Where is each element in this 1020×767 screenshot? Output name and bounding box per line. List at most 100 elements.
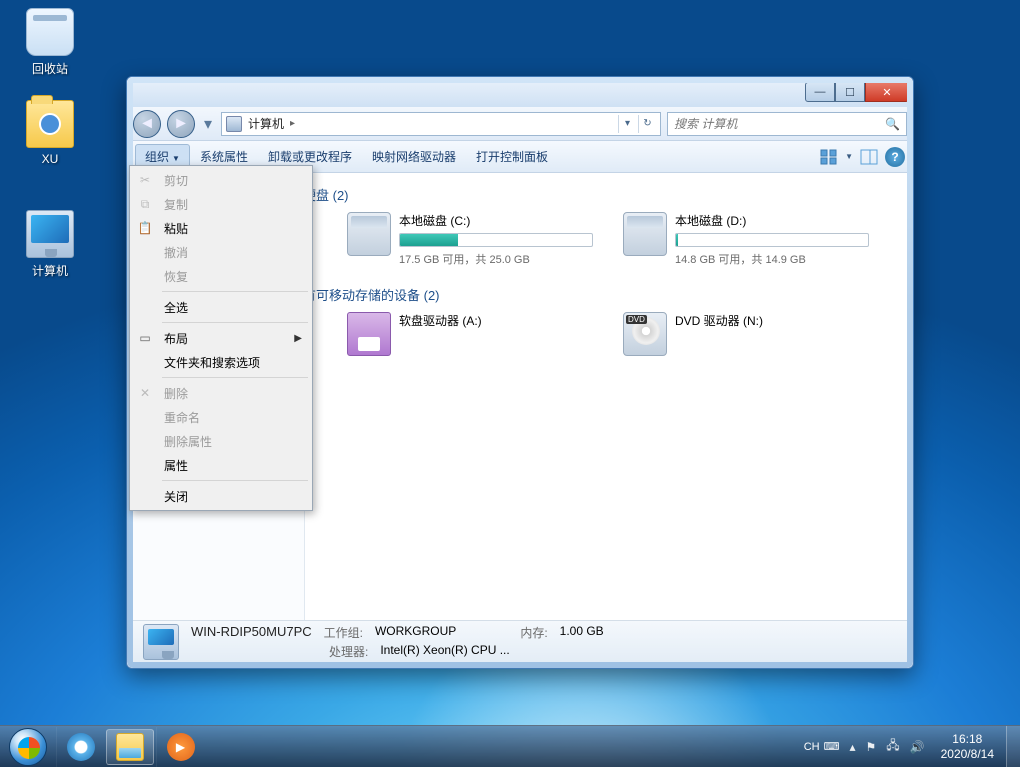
- maximize-button[interactable]: ☐: [835, 82, 865, 102]
- address-arrow-icon[interactable]: ▸: [290, 118, 295, 129]
- forward-button[interactable]: ►: [167, 110, 195, 138]
- taskbar-pin-ie[interactable]: [56, 727, 104, 767]
- computer-small-icon: [226, 116, 242, 132]
- drive-n-label: DVD 驱动器 (N:): [675, 312, 869, 329]
- back-button[interactable]: ◄: [133, 110, 161, 138]
- copy-icon: ⧉: [136, 195, 154, 213]
- volume-icon[interactable]: 🔊: [910, 740, 925, 754]
- minimize-button[interactable]: —: [805, 82, 835, 102]
- search-placeholder: 搜索 计算机: [674, 115, 737, 132]
- start-button[interactable]: [0, 726, 56, 767]
- menu-separator: [162, 291, 308, 292]
- memory-label: 内存:: [520, 624, 547, 641]
- drive-c-capacity-bar: [399, 233, 593, 247]
- drive-n[interactable]: DVD 驱动器 (N:): [623, 312, 869, 356]
- organize-menu: ✂剪切 ⧉复制 📋粘贴 撤消 恢复 全选 ▭布局▶ 文件夹和搜索选项 ✕删除 重…: [129, 165, 313, 511]
- cpu-value: Intel(R) Xeon(R) CPU ...: [380, 643, 509, 660]
- folder-icon: [26, 100, 74, 148]
- menu-redo: 恢复: [132, 264, 310, 288]
- ie-icon: [67, 733, 95, 761]
- search-input[interactable]: 搜索 计算机 🔍: [667, 112, 907, 136]
- menu-rename: 重命名: [132, 405, 310, 429]
- desktop-icon-recycle-bin[interactable]: 回收站: [12, 8, 88, 77]
- address-dropdown[interactable]: ▾: [618, 115, 636, 133]
- drive-d[interactable]: 本地磁盘 (D:) 14.8 GB 可用，共 14.9 GB: [623, 212, 869, 267]
- nav-history-dropdown[interactable]: ▾: [201, 110, 215, 138]
- menu-copy: ⧉复制: [132, 192, 310, 216]
- workgroup-value: WORKGROUP: [375, 624, 456, 641]
- control-panel-button[interactable]: 打开控制面板: [466, 144, 558, 169]
- memory-value: 1.00 GB: [560, 624, 604, 641]
- desktop-wallpaper[interactable]: 回收站 XU 计算机 — ☐ ✕ ◄ ► ▾ 计算机 ▸ ▾ ↻: [0, 0, 1020, 767]
- view-mode-button[interactable]: [817, 146, 841, 168]
- clock-date: 2020/8/14: [941, 747, 994, 762]
- taskbar-pin-wmp[interactable]: [156, 727, 204, 767]
- desktop-icon-folder-xu[interactable]: XU: [12, 100, 88, 166]
- view-dropdown[interactable]: ▼: [845, 152, 853, 161]
- navigation-row: ◄ ► ▾ 计算机 ▸ ▾ ↻ 搜索 计算机 🔍: [127, 107, 913, 141]
- floppy-icon: [347, 312, 391, 356]
- group-header-hdd: 硬盘 (2): [317, 181, 895, 212]
- menu-delete: ✕删除: [132, 381, 310, 405]
- computer-name: WIN-RDIP50MU7PC: [191, 624, 312, 641]
- drive-c-label: 本地磁盘 (C:): [399, 212, 593, 229]
- drive-d-capacity-bar: [675, 233, 869, 247]
- refresh-button[interactable]: ↻: [638, 115, 656, 133]
- drive-d-label: 本地磁盘 (D:): [675, 212, 869, 229]
- menu-folder-options[interactable]: 文件夹和搜索选项: [132, 350, 310, 374]
- folder-label: XU: [12, 152, 88, 166]
- menu-separator: [162, 322, 308, 323]
- menu-select-all[interactable]: 全选: [132, 295, 310, 319]
- content-pane[interactable]: 硬盘 (2) 本地磁盘 (C:) 17.5 GB 可用，共 25.0 GB: [305, 173, 907, 620]
- dvd-icon: [623, 312, 667, 356]
- action-center-icon[interactable]: ⚑: [866, 740, 877, 754]
- clipboard-icon: 📋: [136, 219, 154, 237]
- taskbar: CH⌨ ▴ ⚑ 🖧 🔊 16:18 2020/8/14: [0, 725, 1020, 767]
- system-tray: CH⌨ ▴ ⚑ 🖧 🔊 16:18 2020/8/14: [798, 726, 1006, 767]
- search-icon: 🔍: [885, 117, 900, 131]
- user-overlay-icon: [39, 113, 61, 135]
- menu-separator: [162, 480, 308, 481]
- address-text: 计算机: [248, 115, 284, 132]
- close-button[interactable]: ✕: [865, 82, 909, 102]
- scissors-icon: ✂: [136, 171, 154, 189]
- menu-layout[interactable]: ▭布局▶: [132, 326, 310, 350]
- map-drive-button[interactable]: 映射网络驱动器: [362, 144, 466, 169]
- drive-c[interactable]: 本地磁盘 (C:) 17.5 GB 可用，共 25.0 GB: [347, 212, 593, 267]
- computer-label: 计算机: [12, 262, 88, 279]
- details-pane: WIN-RDIP50MU7PC 工作组: WORKGROUP 内存: 1.00 …: [133, 620, 907, 662]
- delete-icon: ✕: [136, 384, 154, 402]
- menu-remove-properties: 删除属性: [132, 429, 310, 453]
- workgroup-label: 工作组:: [324, 624, 363, 641]
- cpu-label: 处理器:: [329, 643, 368, 660]
- clock[interactable]: 16:18 2020/8/14: [935, 732, 1000, 762]
- computer-icon: [26, 210, 74, 258]
- hdd-icon: [623, 212, 667, 256]
- taskbar-pin-explorer[interactable]: [106, 729, 154, 765]
- menu-properties[interactable]: 属性: [132, 453, 310, 477]
- tray-chevron-icon[interactable]: ▴: [849, 740, 855, 754]
- clock-time: 16:18: [941, 732, 994, 747]
- recycle-bin-label: 回收站: [12, 60, 88, 77]
- language-indicator[interactable]: CH⌨: [804, 740, 840, 753]
- menu-cut: ✂剪切: [132, 168, 310, 192]
- titlebar[interactable]: — ☐ ✕: [127, 77, 913, 107]
- address-bar[interactable]: 计算机 ▸ ▾ ↻: [221, 112, 661, 136]
- drive-a[interactable]: 软盘驱动器 (A:): [347, 312, 593, 356]
- submenu-arrow-icon: ▶: [294, 333, 302, 344]
- hdd-icon: [347, 212, 391, 256]
- show-desktop-button[interactable]: [1006, 726, 1020, 767]
- drive-d-free: 14.8 GB 可用，共 14.9 GB: [675, 251, 869, 267]
- menu-paste[interactable]: 📋粘贴: [132, 216, 310, 240]
- desktop-icon-computer[interactable]: 计算机: [12, 210, 88, 279]
- help-button[interactable]: ?: [885, 147, 905, 167]
- explorer-icon: [116, 733, 144, 761]
- media-player-icon: [167, 733, 195, 761]
- network-icon[interactable]: 🖧: [886, 736, 899, 757]
- menu-close[interactable]: 关闭: [132, 484, 310, 508]
- layout-icon: ▭: [136, 329, 154, 347]
- keyboard-icon: ⌨: [824, 740, 840, 753]
- preview-pane-button[interactable]: [857, 146, 881, 168]
- group-header-removable: 有可移动存储的设备 (2): [317, 281, 895, 312]
- drive-a-label: 软盘驱动器 (A:): [399, 312, 593, 329]
